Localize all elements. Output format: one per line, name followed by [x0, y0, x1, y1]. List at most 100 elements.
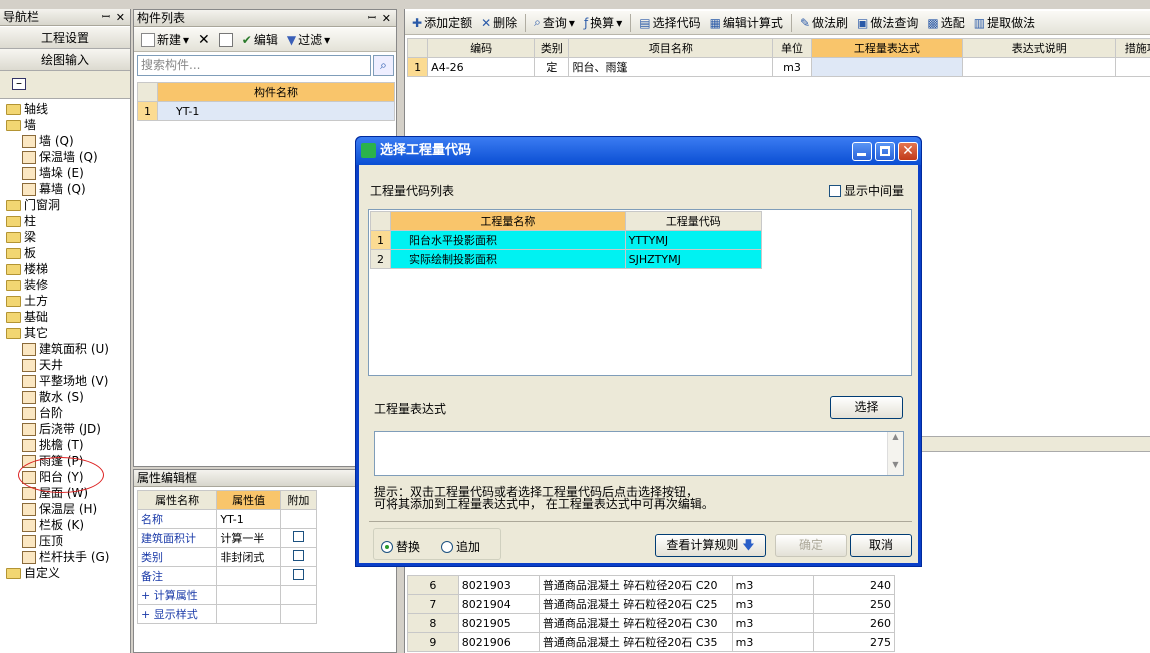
- tree-item[interactable]: 建筑面积 (U): [22, 341, 109, 357]
- new-button[interactable]: 新建 ▾: [138, 30, 192, 50]
- checkbox-box[interactable]: [829, 184, 841, 197]
- pin-icon[interactable]: ꟷ: [368, 10, 376, 27]
- quantity-name-cell[interactable]: 实际绘制投影面积: [390, 249, 626, 269]
- column-header[interactable]: 属性值: [216, 490, 281, 510]
- maximize-button[interactable]: [875, 142, 895, 161]
- toolbar-button-query[interactable]: ▣ 做法查询: [854, 13, 921, 33]
- table-row[interactable]: 8 8021905 普通商品混凝土 碎石粒径20石 C30 m3 260: [407, 613, 896, 633]
- item-name-cell[interactable]: 阳台、雨篷: [568, 57, 774, 77]
- filter-button[interactable]: ▼ 过滤 ▾: [284, 30, 333, 50]
- column-header-component-name[interactable]: 构件名称: [157, 82, 395, 102]
- tree-item[interactable]: 自定义: [6, 565, 60, 581]
- property-value-cell[interactable]: [216, 585, 281, 605]
- tree-item[interactable]: 天井: [22, 357, 63, 373]
- tree-item[interactable]: 板: [6, 245, 36, 261]
- column-header-quantity-code[interactable]: 工程量代码: [624, 211, 763, 231]
- tree-item[interactable]: 栏板 (K): [22, 517, 84, 533]
- attach-cell[interactable]: [279, 604, 318, 624]
- property-value-cell[interactable]: [216, 566, 281, 586]
- table-row[interactable]: 1 A4-26 定 阳台、雨篷 m3: [406, 57, 1150, 77]
- unit-cell[interactable]: m3: [731, 613, 814, 633]
- component-search-input[interactable]: 搜索构件...: [137, 55, 371, 76]
- column-header-quantity-expression[interactable]: 工程量表达式: [810, 38, 964, 58]
- tree-item[interactable]: 散水 (S): [22, 389, 84, 405]
- tree-item[interactable]: 轴线: [6, 101, 48, 117]
- attach-checkbox[interactable]: [292, 531, 304, 542]
- type-cell[interactable]: 定: [534, 57, 570, 77]
- attach-cell[interactable]: [279, 509, 318, 529]
- toolbar-button-brush[interactable]: ✎ 做法刷: [797, 13, 851, 33]
- table-row[interactable]: 6 8021903 普通商品混凝土 碎石粒径20石 C20 m3 240: [407, 575, 896, 595]
- column-header-item-name[interactable]: 项目名称: [568, 38, 774, 58]
- toolbar-button-search[interactable]: ⌕ 查询 ▾: [531, 13, 578, 33]
- search-icon[interactable]: ⌕: [373, 55, 394, 76]
- edit-button[interactable]: ✔ 编辑: [239, 30, 281, 50]
- tree-item[interactable]: 台阶: [22, 405, 63, 421]
- table-row[interactable]: 9 8021906 普通商品混凝土 碎石粒径20石 C35 m3 275: [407, 632, 896, 652]
- material-name-cell[interactable]: 普通商品混凝土 碎石粒径20石 C35: [538, 632, 733, 652]
- close-button[interactable]: ✕: [898, 142, 918, 161]
- tree-item[interactable]: 墙: [6, 117, 36, 133]
- column-header[interactable]: 属性名称: [136, 490, 218, 510]
- radio-unselected[interactable]: [441, 540, 453, 553]
- tree-item[interactable]: 梁: [6, 229, 36, 245]
- toolbar-button-select-code[interactable]: ▤ 选择代码: [636, 13, 703, 33]
- tree-item[interactable]: 墙垛 (E): [22, 165, 84, 181]
- attach-checkbox[interactable]: [292, 569, 304, 580]
- component-name-cell[interactable]: YT-1: [157, 101, 395, 121]
- column-header-quantity-name[interactable]: 工程量名称: [390, 211, 626, 231]
- close-icon[interactable]: ✕: [382, 10, 391, 27]
- tree-item[interactable]: 保温层 (H): [22, 501, 97, 517]
- expand-icon[interactable]: +: [141, 608, 150, 621]
- collapse-icon[interactable]: –: [12, 77, 26, 90]
- tree-item[interactable]: 挑檐 (T): [22, 437, 84, 453]
- table-row[interactable]: 1 阳台水平投影面积 YTTYMJ: [369, 230, 763, 250]
- tree-item[interactable]: 装修: [6, 277, 48, 293]
- show-mid-checkbox[interactable]: 显示中间量: [829, 182, 904, 199]
- pin-icon[interactable]: ꟷ: [102, 9, 110, 26]
- table-row[interactable]: 备注: [136, 566, 318, 586]
- table-row[interactable]: 名称 YT-1: [136, 509, 318, 529]
- minimize-button[interactable]: [852, 142, 872, 161]
- column-header-unit[interactable]: 单位: [772, 38, 812, 58]
- attach-cell[interactable]: [279, 566, 318, 586]
- price-cell[interactable]: 240: [812, 575, 896, 595]
- toolbar-button-convert[interactable]: ƒ 换算 ▾: [581, 13, 625, 33]
- table-row[interactable]: 1 YT-1: [137, 101, 395, 121]
- tree-item[interactable]: 幕墙 (Q): [22, 181, 86, 197]
- toolbar-button-extract[interactable]: ▥ 提取做法: [971, 13, 1038, 33]
- code-cell[interactable]: 8021906: [457, 632, 540, 652]
- tree-item[interactable]: 基础: [6, 309, 48, 325]
- toolbar-button-plus[interactable]: ✚ 添加定额: [409, 13, 475, 33]
- table-row[interactable]: 建筑面积计 计算一半: [136, 528, 318, 548]
- material-name-cell[interactable]: 普通商品混凝土 碎石粒径20石 C25: [538, 594, 733, 614]
- unit-cell[interactable]: m3: [731, 575, 814, 595]
- property-value-cell[interactable]: YT-1: [216, 509, 281, 529]
- select-button[interactable]: 选择: [830, 396, 903, 419]
- quantity-code-cell[interactable]: SJHZTYMJ: [624, 249, 763, 269]
- material-name-cell[interactable]: 普通商品混凝土 碎石粒径20石 C30: [538, 613, 733, 633]
- quantity-name-cell[interactable]: 阳台水平投影面积: [390, 230, 626, 250]
- tree-item[interactable]: 楼梯: [6, 261, 48, 277]
- ok-button[interactable]: 确定: [775, 534, 847, 557]
- tree-item[interactable]: 墙 (Q): [22, 133, 74, 149]
- expression-textarea[interactable]: ▲ ▼: [374, 431, 904, 476]
- desc-cell[interactable]: [962, 57, 1117, 77]
- price-cell[interactable]: 250: [812, 594, 896, 614]
- expand-icon[interactable]: +: [141, 589, 150, 602]
- price-cell[interactable]: 275: [812, 632, 896, 652]
- toolbar-button-edit-formula[interactable]: ▦ 编辑计算式: [707, 13, 786, 33]
- code-cell[interactable]: A4-26: [427, 57, 536, 77]
- column-header-code[interactable]: 编码: [427, 38, 536, 58]
- append-radio[interactable]: 追加: [441, 538, 480, 555]
- copy-button[interactable]: [216, 30, 236, 50]
- tree-item[interactable]: 压顶: [22, 533, 63, 549]
- column-header-measure[interactable]: 措施项: [1115, 38, 1150, 58]
- draw-input-button[interactable]: 绘图输入: [0, 49, 130, 71]
- tree-item[interactable]: 门窗洞: [6, 197, 60, 213]
- attach-cell[interactable]: [279, 528, 318, 548]
- column-header-type[interactable]: 类别: [534, 38, 570, 58]
- replace-radio[interactable]: 替换: [381, 538, 420, 555]
- radio-selected[interactable]: [381, 540, 393, 553]
- toolbar-button-delete[interactable]: ✕ 删除: [478, 13, 520, 33]
